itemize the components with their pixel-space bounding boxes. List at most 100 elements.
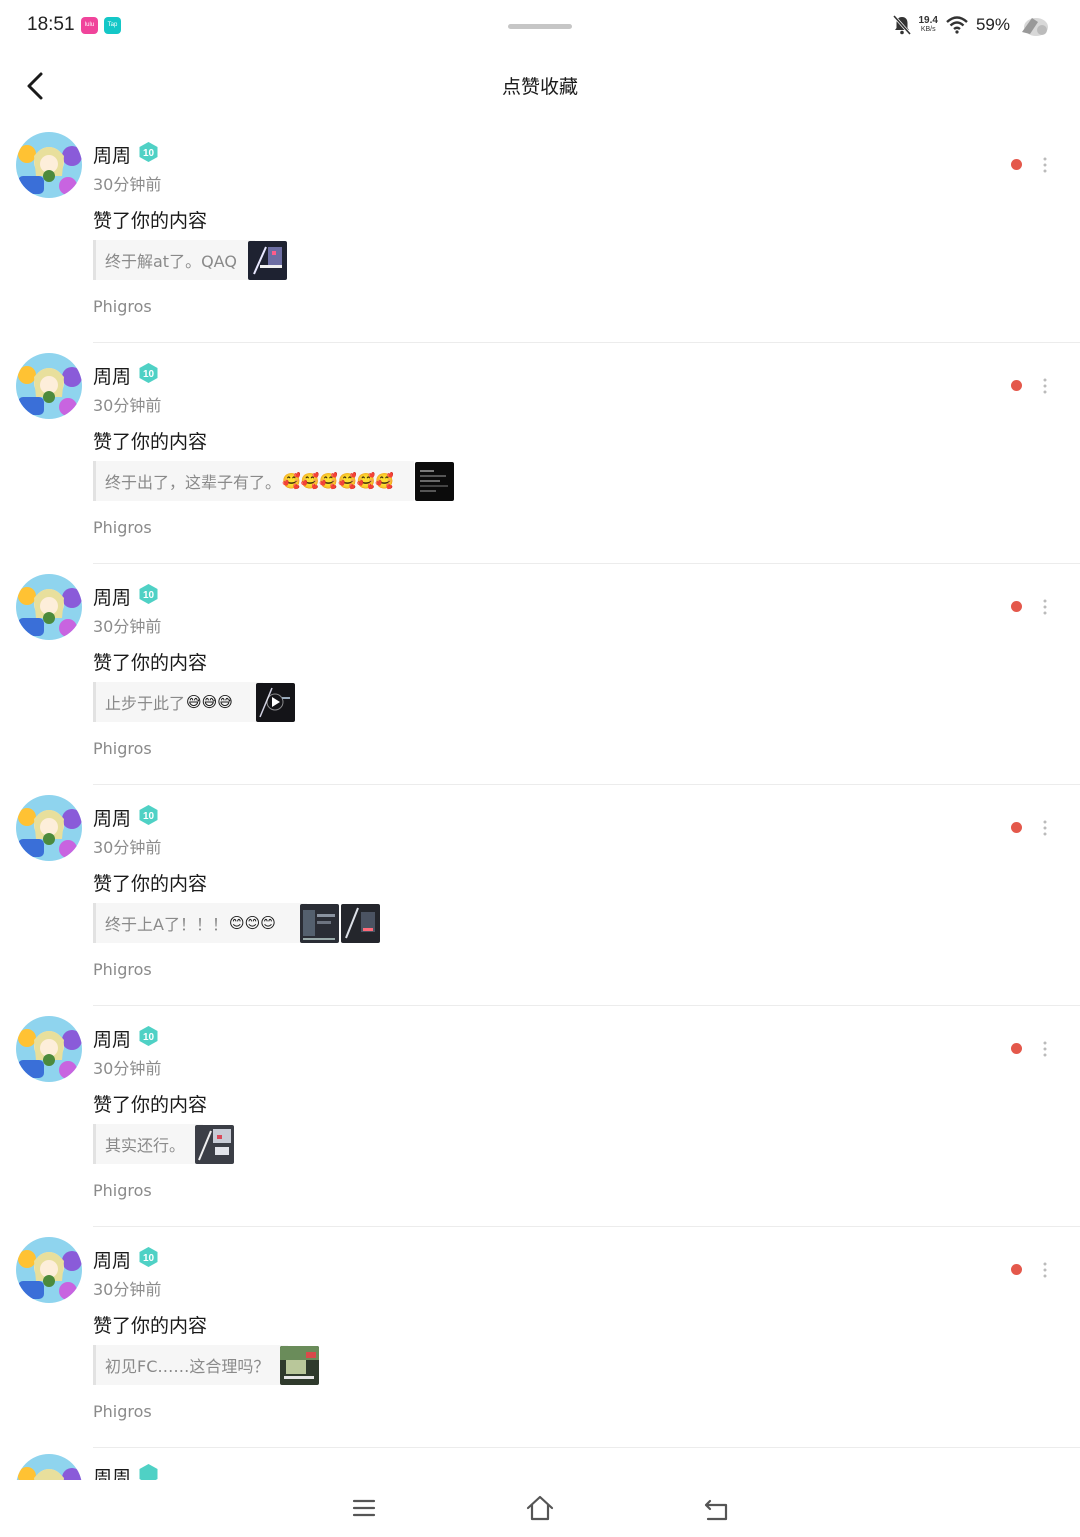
app-notification-icon: lulu	[81, 17, 98, 34]
thumbnail-image	[248, 241, 287, 280]
quoted-post[interactable]: 终于出了，这辈子有了。 🥰🥰🥰🥰🥰🥰	[93, 461, 414, 501]
unread-dot	[1011, 601, 1022, 612]
username[interactable]: 周周	[93, 362, 131, 389]
username[interactable]: 周周	[93, 583, 131, 610]
more-button[interactable]	[1034, 1255, 1056, 1285]
post-thumbnail[interactable]	[256, 683, 295, 722]
avatar[interactable]	[16, 1237, 82, 1303]
notification-list: 周周 10 30分钟前 赞了你的内容 终于解at了。QAQ Phigros 周周…	[0, 122, 1080, 1448]
timestamp: 30分钟前	[93, 1059, 162, 1078]
unread-dot	[1011, 380, 1022, 391]
emoji-text: 😊😊😊	[228, 914, 276, 932]
level-badge-text: 10	[143, 369, 155, 380]
avatar-image	[16, 132, 82, 198]
thumbnail-image	[195, 1125, 234, 1164]
avatar-image	[16, 353, 82, 419]
recent-apps-button[interactable]	[348, 1492, 380, 1524]
action-text: 赞了你的内容	[93, 431, 208, 453]
notification-item[interactable]: 周周 10 30分钟前 赞了你的内容 初见FC……这合理吗？ Phigros	[0, 1227, 1080, 1448]
quote-text: 终于出了，这辈子有了。	[105, 473, 282, 492]
quoted-post[interactable]: 止步于此了 😅😅😅	[93, 682, 263, 722]
net-speed-unit: KB/s	[920, 26, 936, 33]
post-thumbnail[interactable]	[280, 1346, 319, 1385]
unread-dot	[1011, 159, 1022, 170]
quoted-post[interactable]: 终于上A了！！！ 😊😊😊	[93, 903, 307, 943]
username[interactable]: 周周	[93, 804, 131, 831]
battery-percent: 59%	[975, 15, 1010, 34]
status-icons: 19.4 KB/s 59%	[892, 12, 1051, 38]
avatar-image	[16, 1454, 82, 1480]
status-bar: 18:51 lulu Tap 19.4 KB/s 59%	[0, 0, 1080, 52]
timestamp: 30分钟前	[93, 396, 162, 415]
level-badge-text: 10	[143, 590, 155, 601]
quote-text: 其实还行。	[105, 1136, 186, 1155]
more-button[interactable]	[1034, 1034, 1056, 1064]
notification-item[interactable]: 周周 10 30分钟前 赞了你的内容 止步于此了 😅😅😅 Phigros	[0, 564, 1080, 785]
level-badge-icon: 10	[139, 805, 158, 825]
post-thumbnail[interactable]	[415, 462, 454, 501]
avatar[interactable]	[16, 132, 82, 198]
avatar[interactable]	[16, 1454, 82, 1480]
topic-tag[interactable]: Phigros	[93, 960, 152, 979]
level-badge-icon	[139, 1464, 158, 1480]
level-badge-icon: 10	[139, 1026, 158, 1046]
quote-text: 终于解at了。QAQ	[105, 252, 237, 271]
level-badge-icon: 10	[139, 1247, 158, 1267]
emoji-text: 🥰🥰🥰🥰🥰🥰	[282, 472, 395, 490]
avatar[interactable]	[16, 353, 82, 419]
more-vertical-icon	[1043, 599, 1047, 615]
avatar-image	[16, 1237, 82, 1303]
topic-tag[interactable]: Phigros	[93, 518, 152, 537]
post-thumbnail[interactable]	[300, 904, 339, 943]
avatar-image	[16, 574, 82, 640]
action-text: 赞了你的内容	[93, 210, 208, 232]
home-icon	[526, 1495, 554, 1521]
level-badge-icon: 10	[139, 142, 158, 162]
more-button[interactable]	[1034, 592, 1056, 622]
quoted-post[interactable]: 初见FC……这合理吗？	[93, 1345, 288, 1385]
unread-dot	[1011, 1043, 1022, 1054]
more-vertical-icon	[1043, 157, 1047, 173]
drag-handle[interactable]	[508, 24, 572, 29]
avatar[interactable]	[16, 795, 82, 861]
topic-tag[interactable]: Phigros	[93, 1181, 152, 1200]
wifi-icon	[946, 16, 968, 34]
avatar[interactable]	[16, 574, 82, 640]
more-button[interactable]	[1034, 813, 1056, 843]
app-notification-icon: Tap	[104, 17, 121, 34]
quote-text: 初见FC……这合理吗？	[105, 1357, 270, 1376]
avatar-image	[16, 1016, 82, 1082]
notification-item[interactable]: 周周 10 30分钟前 赞了你的内容 终于解at了。QAQ Phigros	[0, 122, 1080, 343]
thumbnail-image	[280, 1346, 319, 1385]
username[interactable]: 周周	[93, 141, 131, 168]
topic-tag[interactable]: Phigros	[93, 297, 152, 316]
action-text: 赞了你的内容	[93, 873, 208, 895]
notification-item-partial[interactable]: 周周	[0, 1444, 1080, 1480]
nav-back-button[interactable]	[700, 1492, 732, 1524]
thumbnail-image	[256, 683, 295, 722]
post-thumbnail[interactable]	[248, 241, 287, 280]
notification-item[interactable]: 周周 10 30分钟前 赞了你的内容 终于出了，这辈子有了。 🥰🥰🥰🥰🥰🥰 Ph…	[0, 343, 1080, 564]
notification-item[interactable]: 周周 10 30分钟前 赞了你的内容 终于上A了！！！ 😊😊😊 Phigros	[0, 785, 1080, 1006]
more-button[interactable]	[1034, 371, 1056, 401]
post-thumbnail[interactable]	[195, 1125, 234, 1164]
menu-icon	[352, 1499, 376, 1517]
topic-tag[interactable]: Phigros	[93, 1402, 152, 1421]
more-vertical-icon	[1043, 820, 1047, 836]
avatar[interactable]	[16, 1016, 82, 1082]
quoted-post[interactable]: 终于解at了。QAQ	[93, 240, 255, 280]
level-badge-icon: 10	[139, 363, 158, 383]
thumbnail-image	[415, 462, 454, 501]
username[interactable]: 周周	[93, 1463, 131, 1480]
post-thumbnail[interactable]	[341, 904, 380, 943]
home-button[interactable]	[524, 1492, 556, 1524]
username[interactable]: 周周	[93, 1025, 131, 1052]
system-nav-bar	[0, 1480, 1080, 1537]
thumbnail-image	[300, 904, 339, 943]
topic-tag[interactable]: Phigros	[93, 739, 152, 758]
more-button[interactable]	[1034, 150, 1056, 180]
notification-item[interactable]: 周周 10 30分钟前 赞了你的内容 其实还行。 Phigros	[0, 1006, 1080, 1227]
quoted-post[interactable]: 其实还行。	[93, 1124, 203, 1164]
avatar-image	[16, 795, 82, 861]
username[interactable]: 周周	[93, 1246, 131, 1273]
